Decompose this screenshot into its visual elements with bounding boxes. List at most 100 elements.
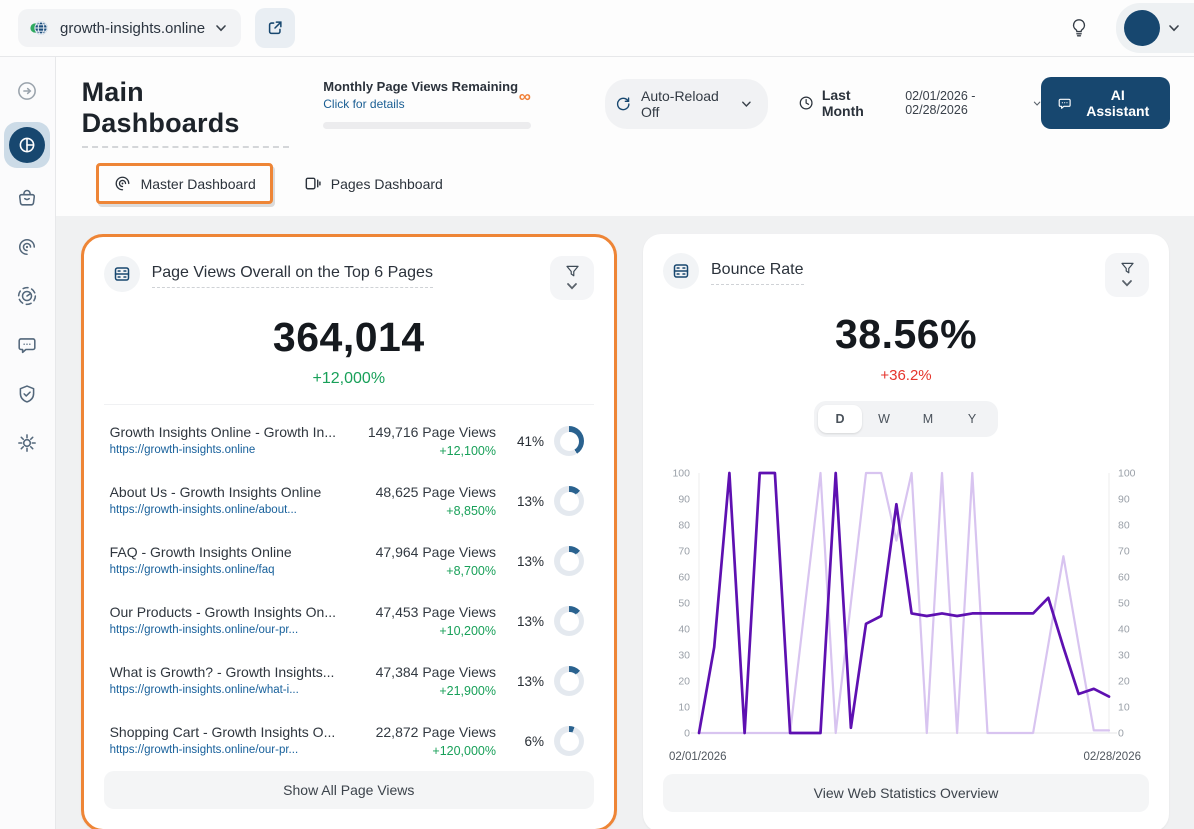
total-delta: +12,000% (104, 370, 594, 388)
bounce-rate-card: Bounce Rate 38.56% +36.2% D W M Y (643, 234, 1169, 829)
page-title-text: Growth Insights Online - Growth In... (110, 424, 336, 440)
svg-text:100: 100 (672, 468, 690, 480)
gear-icon (16, 432, 38, 454)
infinity-icon: ∞ (519, 88, 531, 105)
period-label: Last Month (822, 87, 889, 119)
account-menu[interactable] (1116, 3, 1194, 53)
svg-text:70: 70 (678, 546, 690, 558)
chevron-down-icon (1168, 22, 1180, 34)
svg-text:10: 10 (678, 702, 690, 714)
shield-check-icon (16, 383, 38, 405)
svg-text:50: 50 (1118, 598, 1130, 610)
sidebar-item-commerce[interactable] (9, 180, 45, 216)
page-views-value: 47,964 Page Views (336, 544, 496, 560)
card-title: Page Views Overall on the Top 6 Pages (152, 264, 433, 288)
site-selector[interactable]: growth-insights.online (18, 9, 241, 47)
bounce-rate-value: 38.56% (663, 311, 1149, 358)
page-title-text: Our Products - Growth Insights On... (110, 604, 336, 620)
sidebar-item-dashboards[interactable] (4, 122, 50, 168)
chat-bubble-icon (1057, 95, 1072, 112)
svg-text:80: 80 (678, 520, 690, 532)
filter-button[interactable] (1105, 253, 1149, 297)
svg-text:80: 80 (1118, 520, 1130, 532)
table-row: Our Products - Growth Insights On... htt… (110, 591, 592, 651)
share-percent: 13% (517, 674, 544, 689)
period-selector[interactable]: Last Month (798, 87, 890, 119)
widget-icon-circle (104, 256, 140, 292)
database-icon (112, 264, 132, 284)
page-title-text: About Us - Growth Insights Online (110, 484, 336, 500)
page-url-link[interactable]: https://growth-insights.online/about... (110, 504, 297, 516)
svg-text:0: 0 (684, 728, 690, 740)
open-site-button[interactable] (255, 8, 295, 48)
share-donut (554, 606, 584, 636)
chevron-down-icon (1121, 277, 1133, 289)
lightbulb-icon (1069, 17, 1089, 39)
share-percent: 13% (517, 614, 544, 629)
sidebar-collapse-toggle[interactable] (9, 73, 45, 109)
bounce-rate-chart-area: 0010102020303040405050606070708080909010… (663, 459, 1149, 774)
page-url-link[interactable]: https://growth-insights.online/our-pr... (110, 624, 299, 636)
card-title: Bounce Rate (711, 261, 804, 285)
dashboard-content: Page Views Overall on the Top 6 Pages 36… (56, 216, 1194, 829)
share-donut (554, 546, 584, 576)
granularity-year[interactable]: Y (950, 405, 994, 433)
clock-icon (798, 94, 814, 112)
page-url-link[interactable]: https://growth-insights.online/our-pr... (110, 744, 299, 756)
share-percent: 13% (517, 554, 544, 569)
page-views-card: Page Views Overall on the Top 6 Pages 36… (81, 234, 617, 829)
date-range-picker[interactable]: 02/01/2026 - 02/28/2026 (905, 89, 1041, 117)
avatar (1124, 10, 1160, 46)
svg-text:90: 90 (678, 494, 690, 506)
page-url-link[interactable]: https://growth-insights.online (110, 444, 256, 456)
top-bar: growth-insights.online (0, 0, 1194, 57)
page-views-delta: +21,900% (336, 684, 496, 698)
granularity-toggle: D W M Y (814, 401, 998, 437)
view-web-statistics-button[interactable]: View Web Statistics Overview (663, 774, 1149, 812)
table-row: FAQ - Growth Insights Online https://gro… (110, 531, 592, 591)
dashboard-tabs: Master Dashboard Pages Dashboard (82, 148, 1170, 216)
page-url-link[interactable]: https://growth-insights.online/faq (110, 564, 275, 576)
svg-text:60: 60 (678, 572, 690, 584)
svg-text:30: 30 (1118, 650, 1130, 662)
svg-text:70: 70 (1118, 546, 1130, 558)
quota-progress-bar (323, 122, 531, 129)
tab-label: Master Dashboard (141, 176, 256, 192)
svg-text:60: 60 (1118, 572, 1130, 584)
page-url-link[interactable]: https://growth-insights.online/what-i... (110, 684, 299, 696)
quota-details-link[interactable]: Click for details (323, 97, 404, 111)
funnel-filter-icon (1119, 261, 1136, 276)
share-percent: 41% (517, 434, 544, 449)
tab-pages-dashboard[interactable]: Pages Dashboard (289, 166, 457, 201)
gauge-scan-icon (16, 285, 38, 307)
svg-text:10: 10 (1118, 702, 1130, 714)
filter-button[interactable] (550, 256, 594, 300)
svg-text:30: 30 (678, 650, 690, 662)
show-all-page-views-button[interactable]: Show All Page Views (104, 771, 594, 809)
svg-text:02/28/2026: 02/28/2026 (1083, 751, 1141, 763)
hints-button[interactable] (1064, 13, 1094, 43)
sidebar-item-settings[interactable] (9, 425, 45, 461)
sidebar-item-security[interactable] (9, 376, 45, 412)
tab-master-dashboard[interactable]: Master Dashboard (96, 163, 273, 204)
chevron-down-icon (1033, 99, 1041, 108)
total-page-views: 364,014 (104, 314, 594, 361)
page-title-text: What is Growth? - Growth Insights... (110, 664, 336, 680)
sidebar-item-messages[interactable] (9, 327, 45, 363)
granularity-day[interactable]: D (818, 405, 862, 433)
spiral-icon (113, 174, 132, 193)
sidebar-item-insights[interactable] (9, 229, 45, 265)
page-views-value: 48,625 Page Views (336, 484, 496, 500)
spiral-icon (16, 236, 38, 258)
granularity-month[interactable]: M (906, 405, 950, 433)
page-views-delta: +120,000% (336, 744, 496, 758)
svg-text:40: 40 (678, 624, 690, 636)
chevron-down-icon (741, 98, 752, 110)
sidebar-item-goals[interactable] (9, 278, 45, 314)
auto-reload-dropdown[interactable]: Auto-Reload Off (605, 79, 768, 129)
page-title-text: FAQ - Growth Insights Online (110, 544, 336, 560)
granularity-week[interactable]: W (862, 405, 906, 433)
table-row: Growth Insights Online - Growth In... ht… (110, 411, 592, 471)
ai-assistant-button[interactable]: AI Assistant (1041, 77, 1170, 129)
page-views-list: Growth Insights Online - Growth In... ht… (104, 405, 594, 771)
